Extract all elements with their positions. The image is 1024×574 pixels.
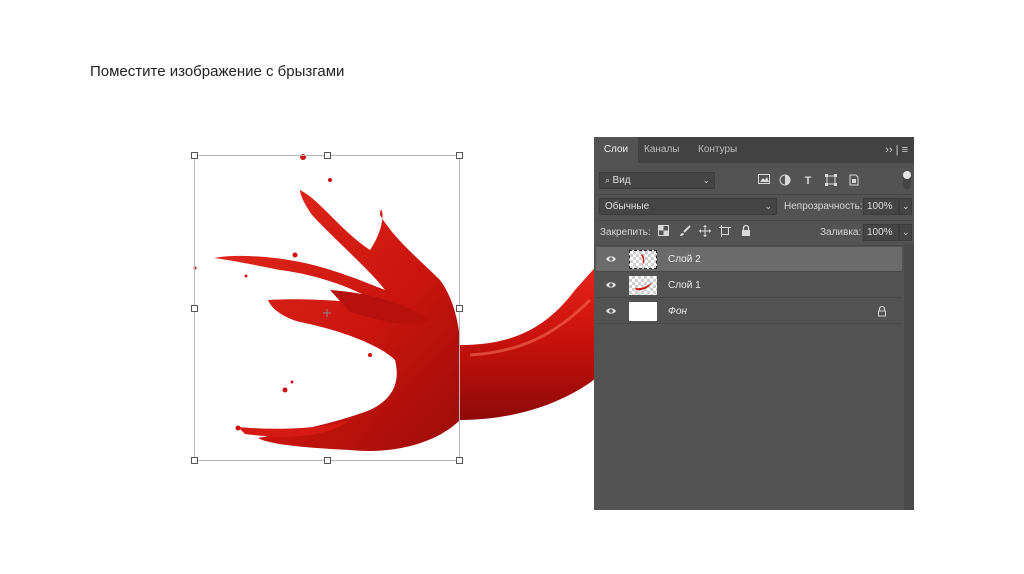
layer-row-layer-2[interactable]: Слой 2 <box>596 247 902 272</box>
filter-toggle[interactable] <box>903 171 911 189</box>
chevron-down-icon: ⌄ <box>764 201 772 211</box>
transform-handle-right[interactable] <box>456 305 463 312</box>
lock-artboard-icon[interactable] <box>718 225 732 239</box>
eye-icon[interactable] <box>605 305 617 317</box>
opacity-dropdown[interactable]: ⌄ <box>899 198 912 215</box>
filter-value: Вид <box>612 175 631 186</box>
filter-smart-object-icon[interactable] <box>847 174 861 188</box>
opacity-input[interactable]: 100% <box>863 198 899 215</box>
transform-handle-top[interactable] <box>324 152 331 159</box>
layers-scrollbar[interactable] <box>904 244 914 510</box>
transform-handle-bottom-right[interactable] <box>456 457 463 464</box>
panel-menu-icon[interactable]: ›› | ≡ <box>885 137 908 163</box>
filter-type-icon[interactable]: T <box>801 174 815 188</box>
transform-center-icon <box>323 304 331 317</box>
layer-thumbnail <box>629 302 657 321</box>
fill-dropdown[interactable]: ⌄ <box>899 224 912 241</box>
lock-position-move-icon[interactable] <box>698 225 712 239</box>
tab-channels[interactable]: Каналы <box>644 137 684 163</box>
chevron-down-icon: ⌄ <box>902 201 910 211</box>
lock-all-icon[interactable] <box>739 224 753 239</box>
transform-handle-left[interactable] <box>191 305 198 312</box>
opacity-label: Непрозрачность: <box>784 201 863 212</box>
lock-image-pixels-brush-icon[interactable] <box>678 225 692 239</box>
divider <box>594 245 914 246</box>
layers-panel: Слои Каналы Контуры ›› | ≡ ⌕ Вид ⌄ T Обы… <box>594 137 914 510</box>
fill-label: Заливка: <box>820 227 862 238</box>
eye-icon[interactable] <box>605 253 617 265</box>
tab-layers[interactable]: Слои <box>594 137 638 163</box>
free-transform-box[interactable] <box>191 152 463 464</box>
tab-paths[interactable]: Контуры <box>698 137 748 163</box>
lock-label: Закрепить: <box>600 227 651 238</box>
filter-image-icon[interactable] <box>757 174 771 188</box>
fill-input[interactable]: 100% <box>863 224 899 241</box>
divider <box>594 220 914 221</box>
lock-icon[interactable] <box>876 305 888 317</box>
lock-transparent-pixels-icon[interactable] <box>656 225 670 239</box>
eye-icon[interactable] <box>605 279 617 291</box>
filter-shape-icon[interactable] <box>824 174 838 188</box>
divider <box>594 194 914 195</box>
blend-mode-value: Обычные <box>605 201 650 212</box>
layer-name: Фон <box>668 306 688 317</box>
search-icon: ⌕ <box>605 175 613 185</box>
layer-filter-select[interactable]: ⌕ Вид ⌄ <box>599 172 715 189</box>
layer-row-background[interactable]: Фон <box>596 299 902 324</box>
transform-handle-top-left[interactable] <box>191 152 198 159</box>
transform-handle-bottom[interactable] <box>324 457 331 464</box>
chevron-down-icon: ⌄ <box>702 175 710 185</box>
layer-row-layer-1[interactable]: Слой 1 <box>596 273 902 298</box>
panel-tab-bar: Слои Каналы Контуры ›› | ≡ <box>594 137 914 163</box>
layer-name: Слой 1 <box>668 280 701 291</box>
chevron-down-icon: ⌄ <box>902 227 910 237</box>
layer-name: Слой 2 <box>668 254 701 265</box>
layer-thumbnail <box>629 250 657 269</box>
filter-adjustment-icon[interactable] <box>778 174 792 188</box>
transform-handle-top-right[interactable] <box>456 152 463 159</box>
blend-mode-select[interactable]: Обычные ⌄ <box>599 198 777 215</box>
layer-thumbnail <box>629 276 657 295</box>
transform-handle-bottom-left[interactable] <box>191 457 198 464</box>
